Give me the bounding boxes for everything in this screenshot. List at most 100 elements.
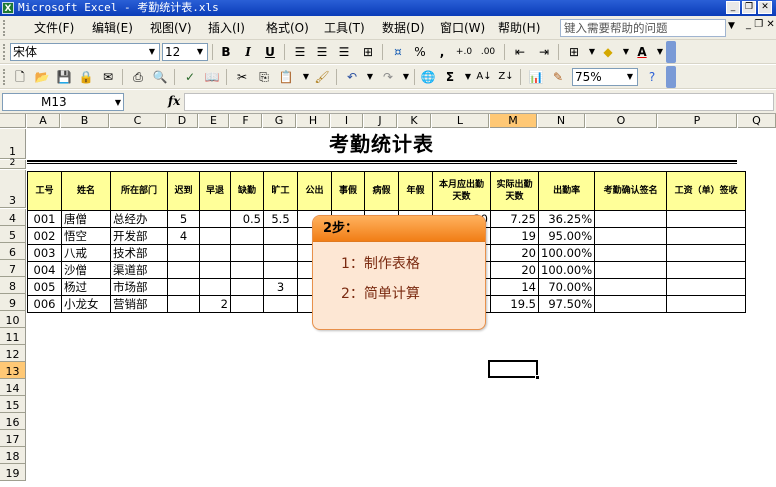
table-cell[interactable] (666, 210, 747, 228)
increase-indent-icon[interactable]: ⇥ (534, 43, 554, 61)
workbook-close-icon[interactable]: ✕ (766, 19, 774, 30)
help-search-input[interactable]: 键入需要帮助的问题 (560, 19, 726, 37)
workbook-restore-icon[interactable]: ❐ (754, 19, 763, 30)
row-header[interactable]: 7 (0, 260, 26, 277)
header-cell[interactable]: 事假 (331, 171, 365, 211)
row-header[interactable]: 9 (0, 294, 26, 311)
header-cell[interactable]: 考勤确认签名 (594, 171, 668, 211)
table-cell[interactable] (594, 295, 668, 313)
row-header[interactable]: 2 (0, 158, 26, 169)
table-cell[interactable] (263, 261, 298, 279)
toolbar-options-icon[interactable] (666, 66, 676, 88)
table-cell[interactable] (666, 261, 747, 279)
zoom-select[interactable]: 75% ▼ (572, 68, 638, 86)
menu-tools[interactable]: 工具(T) (324, 20, 365, 36)
column-header[interactable]: C (110, 114, 166, 128)
cut-icon[interactable]: ✂ (232, 68, 252, 86)
row-header[interactable]: 12 (0, 345, 26, 362)
table-cell[interactable] (594, 227, 668, 245)
table-cell[interactable]: 八戒 (61, 244, 111, 262)
table-cell[interactable]: 杨过 (61, 278, 111, 296)
table-cell[interactable] (263, 244, 298, 262)
header-cell[interactable]: 早退 (199, 171, 231, 211)
bold-button[interactable]: B (216, 43, 236, 61)
table-cell[interactable] (594, 210, 668, 228)
table-cell[interactable]: 唐僧 (61, 210, 111, 228)
table-cell[interactable] (594, 244, 668, 262)
table-cell[interactable]: 4 (167, 227, 200, 245)
italic-button[interactable]: I (238, 43, 258, 61)
table-cell[interactable]: 技术部 (110, 244, 168, 262)
print-icon[interactable]: ⎙ (128, 68, 148, 86)
header-cell[interactable]: 旷工 (263, 171, 298, 211)
borders-icon[interactable]: ⊞ (564, 43, 584, 61)
toolbar-gripper[interactable] (3, 69, 6, 85)
table-cell[interactable]: 小龙女 (61, 295, 111, 313)
column-header[interactable]: G (263, 114, 296, 128)
header-cell[interactable]: 迟到 (167, 171, 200, 211)
table-cell[interactable] (230, 261, 264, 279)
decrease-decimal-icon[interactable]: .00 (478, 43, 498, 61)
hyperlink-icon[interactable]: 🌐 (418, 68, 438, 86)
column-header-active[interactable]: M (490, 114, 537, 128)
table-cell[interactable]: 100.00% (537, 261, 596, 279)
table-cell[interactable] (167, 261, 200, 279)
menu-window[interactable]: 窗口(W) (440, 20, 485, 36)
open-folder-icon[interactable]: 📂 (32, 68, 52, 86)
workbook-controls[interactable]: _ ❐ ✕ (746, 19, 775, 30)
undo-icon[interactable]: ↶ (342, 68, 362, 86)
chevron-down-icon[interactable]: ▼ (360, 68, 380, 86)
row-header[interactable]: 4 (0, 209, 26, 226)
permission-icon[interactable]: 🔒 (76, 68, 96, 86)
currency-icon[interactable]: ¤ (388, 43, 408, 61)
table-cell[interactable] (666, 295, 747, 313)
copy-icon[interactable]: ⎘ (254, 68, 274, 86)
font-size-select[interactable]: 12 ▼ (162, 43, 208, 61)
header-cell[interactable]: 本月应出勤天数 (432, 171, 491, 211)
menu-view[interactable]: 视图(V) (150, 20, 192, 36)
active-cell-selection[interactable] (488, 360, 540, 380)
table-cell[interactable]: 2 (199, 295, 231, 313)
table-cell[interactable]: 003 (27, 244, 62, 262)
font-color-button[interactable]: A (632, 43, 652, 61)
column-header[interactable]: L (432, 114, 489, 128)
workbook-minimize-icon[interactable]: _ (746, 19, 751, 30)
row-header[interactable]: 16 (0, 413, 26, 430)
table-cell[interactable] (263, 227, 298, 245)
table-cell[interactable]: 总经办 (110, 210, 168, 228)
row-header-active[interactable]: 13 (0, 362, 26, 379)
column-header[interactable]: J (364, 114, 397, 128)
row-header[interactable]: 18 (0, 447, 26, 464)
table-cell[interactable]: 19.5 (490, 295, 539, 313)
chevron-down-icon[interactable]: ▼ (115, 95, 121, 111)
row-header[interactable]: 14 (0, 379, 26, 396)
table-cell[interactable] (230, 244, 264, 262)
fill-color-icon[interactable]: ◆ (598, 43, 618, 61)
table-cell[interactable]: 营销部 (110, 295, 168, 313)
menu-file[interactable]: 文件(F) (34, 20, 74, 36)
header-cell[interactable]: 工号 (27, 171, 62, 211)
chevron-down-icon[interactable]: ▼ (146, 45, 158, 59)
format-painter-icon[interactable]: 🖌 (312, 68, 332, 86)
menu-data[interactable]: 数据(D) (382, 20, 425, 36)
table-cell[interactable]: 95.00% (537, 227, 596, 245)
table-cell[interactable] (666, 278, 747, 296)
column-header[interactable]: B (61, 114, 109, 128)
menu-format[interactable]: 格式(O) (266, 20, 309, 36)
row-header[interactable]: 5 (0, 226, 26, 243)
align-center-icon[interactable]: ☰ (312, 43, 332, 61)
table-cell[interactable] (199, 210, 231, 228)
header-cell[interactable]: 公出 (297, 171, 332, 211)
column-header[interactable]: D (167, 114, 198, 128)
table-cell[interactable]: 001 (27, 210, 62, 228)
table-cell[interactable]: 3 (263, 278, 298, 296)
chart-wizard-icon[interactable]: 📊 (526, 68, 546, 86)
toolbar-gripper[interactable] (3, 44, 6, 60)
table-cell[interactable]: 5.5 (263, 210, 298, 228)
table-cell[interactable]: 开发部 (110, 227, 168, 245)
help-icon[interactable]: ? (642, 68, 662, 86)
menu-help[interactable]: 帮助(H) (498, 20, 540, 36)
table-cell[interactable] (666, 227, 747, 245)
table-cell[interactable]: 20 (490, 261, 539, 279)
table-cell[interactable]: 70.00% (537, 278, 596, 296)
